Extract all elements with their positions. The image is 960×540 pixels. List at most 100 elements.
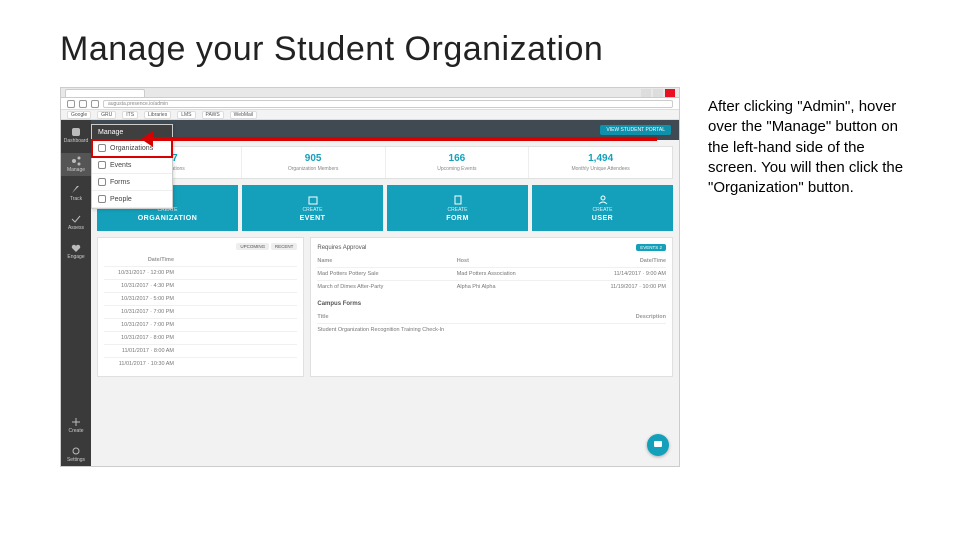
events-badge: EVENTS 2 bbox=[636, 244, 666, 251]
stat-card: 905Organization Members bbox=[242, 147, 386, 178]
browser-tab[interactable] bbox=[65, 89, 145, 97]
maximize-icon[interactable] bbox=[653, 89, 663, 97]
reload-icon[interactable] bbox=[91, 100, 99, 108]
rail-assess[interactable]: Assess bbox=[61, 211, 91, 234]
rail-label: Manage bbox=[67, 167, 85, 173]
col-header: Title bbox=[317, 314, 596, 320]
create-user-tile[interactable]: CREATE USER bbox=[532, 185, 673, 231]
bookmarks-bar: Google GRU ITS Libraries LMS PAWS WebMai… bbox=[61, 110, 679, 120]
section-title: Campus Forms bbox=[317, 301, 666, 307]
left-nav-rail: Dashboard Manage Track Assess Engage Cre… bbox=[61, 120, 91, 466]
calendar-icon bbox=[308, 195, 318, 205]
heart-icon bbox=[71, 243, 81, 253]
col-header: Date/Time bbox=[596, 258, 666, 264]
create-form-tile[interactable]: CREATE FORM bbox=[387, 185, 528, 231]
action-tiles: CREATE ORGANIZATION CREATE EVENT CREATE FOR… bbox=[97, 185, 673, 231]
rail-manage[interactable]: Manage bbox=[61, 153, 91, 176]
flyout-label: Events bbox=[110, 162, 131, 169]
col-header: Description bbox=[596, 314, 666, 320]
gauge-icon bbox=[71, 127, 81, 137]
upcoming-tag[interactable]: UPCOMING bbox=[236, 243, 269, 250]
bookmark-link[interactable]: GRU bbox=[97, 111, 116, 119]
stat-card: 1,494 Monthly Unique Attendees bbox=[529, 147, 672, 178]
people-icon bbox=[98, 195, 106, 203]
list-item[interactable]: 10/31/2017 · 7:00 PM bbox=[104, 318, 297, 331]
tile-title: EVENT bbox=[300, 215, 326, 222]
screenshot-embed: augusta.presence.io/admin Google GRU ITS… bbox=[60, 87, 680, 467]
gear-icon bbox=[71, 446, 81, 456]
tile-title: FORM bbox=[446, 215, 469, 222]
main-content: sity VIEW STUDENT PORTAL 167Organization… bbox=[91, 120, 679, 466]
rail-track[interactable]: Track bbox=[61, 182, 91, 205]
list-item[interactable]: 11/01/2017 · 8:00 AM bbox=[104, 344, 297, 357]
approval-panel: Requires Approval EVENTS 2 NameHostDate/T… bbox=[310, 237, 673, 377]
rail-label: Settings bbox=[67, 457, 85, 463]
rail-label: Track bbox=[70, 196, 82, 202]
panel-title: Requires Approval bbox=[317, 245, 366, 251]
rail-label: Assess bbox=[68, 225, 84, 231]
rail-create[interactable]: Create bbox=[61, 414, 91, 437]
form-icon bbox=[98, 178, 106, 186]
rail-label: Engage bbox=[67, 254, 84, 260]
create-event-tile[interactable]: CREATE EVENT bbox=[242, 185, 383, 231]
user-icon bbox=[598, 195, 608, 205]
close-icon[interactable] bbox=[665, 89, 675, 97]
list-item[interactable]: 10/31/2017 · 7:00 PM bbox=[104, 305, 297, 318]
tile-pretitle: CREATE bbox=[448, 207, 468, 213]
tile-title: USER bbox=[592, 215, 613, 222]
tile-title: ORGANIZATION bbox=[138, 215, 198, 222]
stat-label: Monthly Unique Attendees bbox=[531, 166, 670, 172]
back-icon[interactable] bbox=[67, 100, 75, 108]
chat-fab[interactable] bbox=[647, 434, 669, 456]
flyout-events[interactable]: Events bbox=[92, 157, 172, 174]
list-item[interactable]: 10/31/2017 · 12:00 PM bbox=[104, 266, 297, 279]
table-row[interactable]: Student Organization Recognition Trainin… bbox=[317, 323, 666, 336]
rail-dashboard[interactable]: Dashboard bbox=[61, 124, 91, 147]
rail-settings[interactable]: Settings bbox=[61, 443, 91, 466]
stat-card: 166 Upcoming Events bbox=[386, 147, 530, 178]
col-header: Host bbox=[457, 258, 596, 264]
org-icon bbox=[98, 144, 106, 152]
col-header: Name bbox=[317, 258, 456, 264]
rail-label: Dashboard bbox=[64, 138, 88, 144]
stat-number: 1,494 bbox=[531, 153, 670, 164]
tile-pretitle: CREATE bbox=[593, 207, 613, 213]
forward-icon[interactable] bbox=[79, 100, 87, 108]
bookmark-link[interactable]: ITS bbox=[122, 111, 138, 119]
stat-label: Upcoming Events bbox=[388, 166, 527, 172]
list-item[interactable]: 10/31/2017 · 4:30 PM bbox=[104, 279, 297, 292]
flyout-forms[interactable]: Forms bbox=[92, 174, 172, 191]
form-icon bbox=[453, 195, 463, 205]
chat-icon bbox=[653, 440, 663, 450]
share-icon bbox=[71, 156, 81, 166]
bookmark-link[interactable]: LMS bbox=[177, 111, 195, 119]
recent-tag[interactable]: RECENT bbox=[271, 243, 298, 250]
list-item[interactable]: 10/31/2017 · 8:00 PM bbox=[104, 331, 297, 344]
url-bar[interactable]: augusta.presence.io/admin bbox=[103, 100, 673, 108]
browser-tabstrip bbox=[61, 88, 679, 98]
bookmark-link[interactable]: PAWS bbox=[202, 111, 224, 119]
bookmark-link[interactable]: Google bbox=[67, 111, 91, 119]
list-item[interactable]: 11/01/2017 · 10:30 AM bbox=[104, 357, 297, 370]
slide-title: Manage your Student Organization bbox=[60, 30, 910, 69]
table-row[interactable]: Mad Potters Pottery SaleMad Potters Asso… bbox=[317, 267, 666, 280]
bookmark-link[interactable]: WebMail bbox=[230, 111, 257, 119]
rail-engage[interactable]: Engage bbox=[61, 240, 91, 263]
plus-icon bbox=[71, 417, 81, 427]
table-row[interactable]: March of Dimes After-PartyAlpha Phi Alph… bbox=[317, 280, 666, 293]
rail-label: Create bbox=[68, 428, 83, 434]
callout-arrow bbox=[147, 134, 657, 144]
browser-toolbar: augusta.presence.io/admin bbox=[61, 98, 679, 110]
col-header: Date/Time bbox=[104, 257, 174, 263]
bookmark-link[interactable]: Libraries bbox=[144, 111, 171, 119]
stat-number: 166 bbox=[388, 153, 527, 164]
events-panel: UPCOMING RECENT Date/Time 10/31/2017 · 1… bbox=[97, 237, 304, 377]
arrow-icon bbox=[71, 185, 81, 195]
flyout-people[interactable]: People bbox=[92, 191, 172, 208]
tile-pretitle: CREATE bbox=[303, 207, 323, 213]
check-icon bbox=[71, 214, 81, 224]
list-item[interactable]: 10/31/2017 · 5:00 PM bbox=[104, 292, 297, 305]
stat-number: 905 bbox=[244, 153, 383, 164]
slide-caption: After clicking "Admin", hover over the "… bbox=[708, 87, 910, 198]
minimize-icon[interactable] bbox=[641, 89, 651, 97]
